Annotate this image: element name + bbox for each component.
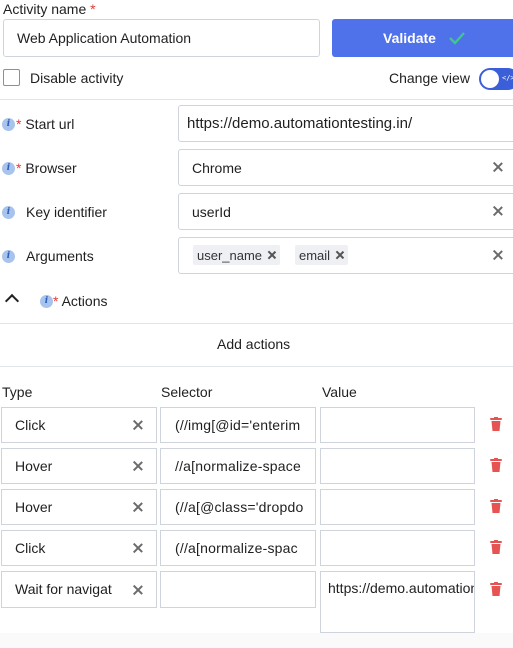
- divider: [0, 99, 513, 100]
- chip-remove-icon[interactable]: [336, 251, 344, 259]
- clear-icon[interactable]: [133, 502, 143, 512]
- key-identifier-select[interactable]: userId: [178, 193, 513, 230]
- info-icon: i: [2, 118, 15, 131]
- clear-icon[interactable]: [133, 585, 143, 595]
- argument-chip: email: [295, 245, 349, 265]
- value-input[interactable]: [320, 489, 475, 525]
- trash-icon[interactable]: [490, 499, 502, 513]
- change-view-label: Change view: [389, 70, 470, 86]
- column-header-selector: Selector: [161, 384, 213, 400]
- code-icon: </>: [502, 74, 513, 82]
- selector-input[interactable]: [160, 571, 316, 608]
- clear-icon[interactable]: [133, 420, 143, 430]
- validate-button[interactable]: Validate: [332, 19, 513, 57]
- toggle-knob: [481, 70, 499, 88]
- value-input[interactable]: [320, 530, 475, 566]
- disable-activity-checkbox[interactable]: [3, 69, 20, 86]
- column-header-type: Type: [2, 384, 33, 400]
- activity-name-input[interactable]: Web Application Automation: [3, 19, 320, 57]
- clear-icon[interactable]: [133, 543, 143, 553]
- info-icon: i: [2, 162, 15, 175]
- clear-icon[interactable]: [133, 461, 143, 471]
- value-input[interactable]: [320, 407, 475, 443]
- start-url-label: * Start url: [16, 116, 75, 132]
- browser-select[interactable]: Chrome: [178, 149, 513, 186]
- value-input[interactable]: https://demo.automationtesting.in/Static…: [320, 571, 475, 633]
- divider: [0, 366, 513, 367]
- browser-label: * Browser: [16, 160, 77, 176]
- actions-label: * Actions: [53, 293, 108, 309]
- info-icon: i: [40, 295, 53, 308]
- info-icon: i: [2, 206, 15, 219]
- trash-icon[interactable]: [490, 458, 502, 472]
- add-actions-button[interactable]: Add actions: [217, 336, 290, 352]
- clear-icon[interactable]: [493, 162, 503, 172]
- trash-icon[interactable]: [490, 582, 502, 596]
- clear-icon[interactable]: [493, 206, 503, 216]
- chevron-up-icon[interactable]: [4, 293, 20, 309]
- disable-activity-label: Disable activity: [30, 70, 124, 86]
- divider: [0, 323, 513, 324]
- bottom-area: [0, 633, 513, 648]
- selector-input[interactable]: (//a[normalize-spac: [160, 530, 316, 566]
- column-header-value: Value: [322, 384, 357, 400]
- arguments-label: Arguments: [26, 248, 94, 264]
- argument-chip: user_name: [193, 245, 281, 265]
- selector-input[interactable]: //a[normalize-space: [160, 448, 316, 484]
- selector-input[interactable]: (//a[@class='dropdo: [160, 489, 316, 525]
- value-input[interactable]: [320, 448, 475, 484]
- change-view-toggle[interactable]: </>: [479, 68, 513, 90]
- clear-icon[interactable]: [493, 250, 503, 260]
- start-url-input[interactable]: https://demo.automationtesting.in/: [178, 105, 513, 142]
- info-icon: i: [2, 250, 15, 263]
- trash-icon[interactable]: [490, 540, 502, 554]
- check-icon: [449, 32, 465, 45]
- chip-remove-icon[interactable]: [268, 251, 276, 259]
- trash-icon[interactable]: [490, 417, 502, 431]
- key-identifier-label: Key identifier: [26, 204, 107, 220]
- activity-name-label: Activity name *: [3, 1, 96, 17]
- selector-input[interactable]: (//img[@id='enterim: [160, 407, 316, 443]
